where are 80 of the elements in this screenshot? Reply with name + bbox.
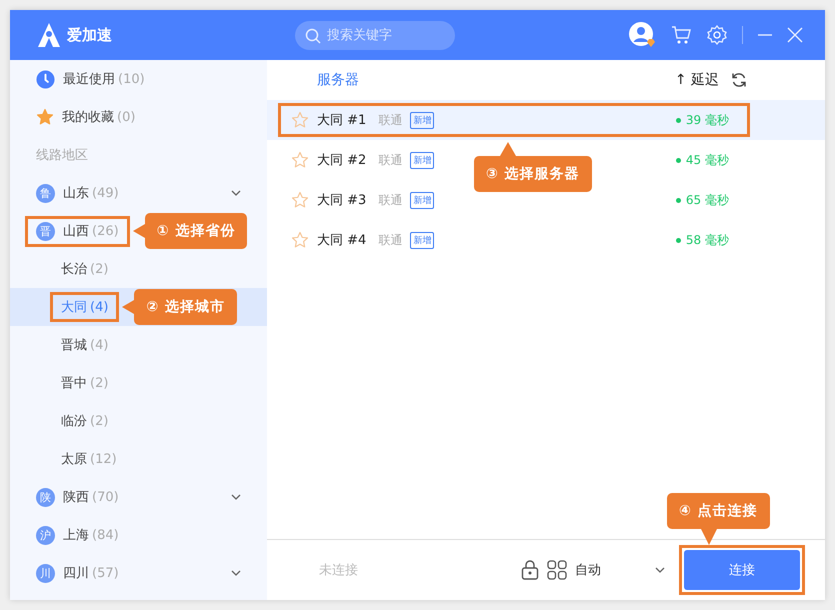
connect-button[interactable]: 连接 [684,550,800,590]
callout-label: ③ 选择服务器 [474,142,592,192]
new-tag: 新增 [410,112,434,128]
clock-icon [36,70,55,88]
sidebar-item[interactable]: 晋 山西 (26) ① 选择省份 [10,212,267,250]
section-heading: 线路地区 [35,147,88,164]
province-badge: 鲁 [36,184,55,202]
app-name: 爱加速 [67,26,112,44]
status-dot [676,238,681,242]
item-label: 临汾 (2) [61,413,108,430]
new-tag: 新增 [410,152,434,168]
grid-icon [547,560,567,580]
province-badge: 陕 [36,488,55,506]
sidebar-item[interactable]: 晋中 (2) [10,364,267,402]
isp-label: 联通 [378,152,402,168]
chevron-down-icon[interactable] [231,494,241,500]
isp-label: 联通 [378,112,402,128]
sidebar-item[interactable]: 陕 陕西 (70) [10,478,267,516]
item-label: 最近使用 (10) [63,71,145,88]
status-dot [676,198,681,202]
province-badge: 沪 [36,526,55,544]
isp-label: 联通 [378,192,402,208]
callout-label: ④ 点击连接 [667,493,770,545]
latency-value: 65 毫秒 [686,192,729,208]
settings-icon[interactable] [706,24,728,46]
refresh-icon[interactable] [731,72,747,88]
item-label: 长治 (2) [61,261,108,278]
item-label: 山东 (49) [63,185,119,202]
logo-icon [35,21,63,49]
sidebar-item[interactable]: 长治 (2) [10,250,267,288]
star-outline-icon[interactable] [291,191,309,209]
star-outline-icon[interactable] [291,151,309,169]
item-label: 太原 (12) [61,451,117,468]
server-name: 大同 #1 [317,112,366,129]
sidebar-item[interactable]: 临汾 (2) [10,402,267,440]
sidebar-item[interactable]: 我的收藏 (0) [10,98,267,136]
status-dot [676,158,681,162]
star-outline-icon[interactable] [291,231,309,249]
callout-label: ② 选择城市 [122,289,238,325]
latency-value: 39 毫秒 [686,112,729,128]
chevron-down-icon[interactable] [231,570,241,576]
item-label: 晋城 (4) [61,337,108,354]
connection-status: 未连接 [319,562,358,579]
server-name: 大同 #3 [317,192,366,209]
item-label: 陕西 (70) [63,489,119,506]
item-label: 大同 (4) [61,299,108,316]
isp-label: 联通 [378,232,402,248]
mode-select[interactable]: 自动 [575,561,601,579]
lock-icon[interactable] [521,560,539,580]
item-label: 四川 (57) [63,565,119,582]
sidebar-item[interactable]: 太原 (12) [10,440,267,478]
sidebar-item[interactable]: 鲁 山东 (49) [10,174,267,212]
sidebar-item[interactable]: 晋城 (4) [10,326,267,364]
cart-icon[interactable] [670,24,692,46]
province-badge: 川 [36,564,55,582]
server-name: 大同 #2 [317,152,366,169]
column-header: 服务器 [317,71,359,89]
item-label: 晋中 (2) [61,375,108,392]
avatar-icon[interactable] [628,21,656,49]
star-icon [36,108,54,126]
sort-button[interactable]: ↑ 延迟 [674,71,719,89]
latency-value: 45 毫秒 [686,152,729,168]
callout-label: ① 选择省份 [132,213,248,249]
status-dot [676,118,681,122]
latency-value: 58 毫秒 [686,232,729,248]
star-outline-icon[interactable] [291,111,309,129]
item-label: 上海 (84) [63,527,119,544]
item-label: 我的收藏 (0) [62,109,136,126]
new-tag: 新增 [410,232,434,248]
search-icon [305,28,321,44]
sidebar-item[interactable]: 沪 上海 (84) [10,516,267,554]
province-badge: 晋 [36,222,55,240]
sidebar-item[interactable]: 最近使用 (10) [10,60,267,98]
item-label: 山西 (26) [63,223,119,240]
chevron-down-icon[interactable] [655,567,665,573]
sidebar-item[interactable]: 川 四川 (57) [10,554,267,592]
chevron-down-icon[interactable] [231,190,241,196]
new-tag: 新增 [410,192,434,208]
close-icon[interactable] [787,27,803,43]
server-name: 大同 #4 [317,232,366,249]
